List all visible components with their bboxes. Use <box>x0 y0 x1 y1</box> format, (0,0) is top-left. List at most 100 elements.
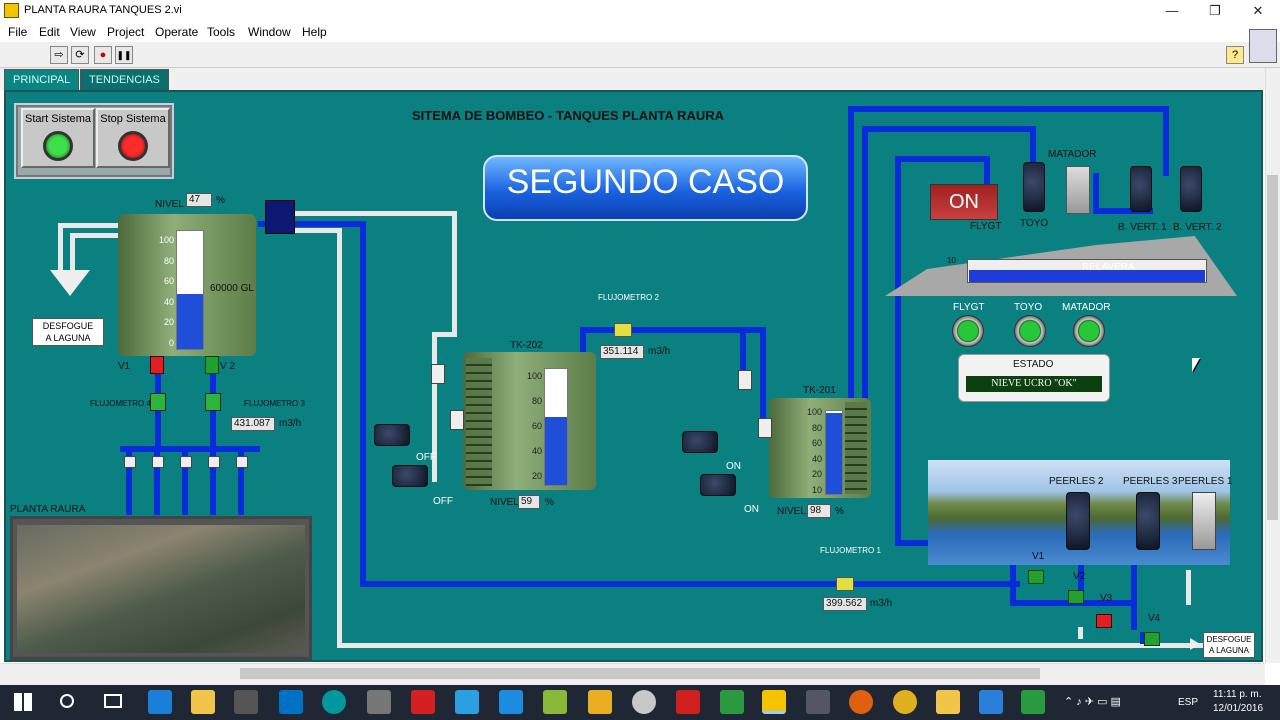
maximize-button[interactable]: ❐ <box>1193 0 1237 22</box>
menu-window[interactable]: Window <box>248 25 291 39</box>
app-icon[interactable] <box>720 690 744 714</box>
app-icon[interactable] <box>806 690 830 714</box>
valve-v1[interactable] <box>150 356 164 374</box>
menu-project[interactable]: Project <box>107 25 144 39</box>
menu-tools[interactable]: Tools <box>207 25 235 39</box>
foxit-icon[interactable] <box>676 690 700 714</box>
labview-taskbar-icon[interactable] <box>762 690 786 714</box>
menu-operate[interactable]: Operate <box>155 25 198 39</box>
flujometro4-label: FLUJOMETRO 4 <box>90 399 151 408</box>
manifold-valve[interactable] <box>208 456 220 468</box>
folder-icon[interactable] <box>936 690 960 714</box>
pump-motor-icon[interactable] <box>700 474 736 496</box>
tray-icons[interactable]: ⌃ ♪ ✈ ▭ ▤ <box>1064 695 1121 708</box>
pipe <box>1078 627 1083 639</box>
windows-start-icon[interactable] <box>14 693 32 711</box>
peerles1-label: PEERLES 1 <box>1178 476 1233 487</box>
run-continuously-button[interactable]: ⟳ <box>71 46 89 64</box>
bvert1-label: B. VERT. 1 <box>1118 222 1167 233</box>
search-icon[interactable] <box>60 694 74 708</box>
horizontal-scroll-thumb[interactable] <box>240 668 1040 679</box>
clock-time[interactable]: 11:11 p. m. <box>1213 689 1262 700</box>
case-banner[interactable]: SEGUNDO CASO <box>483 155 808 221</box>
menu-file[interactable]: File <box>8 25 27 39</box>
manifold-valve[interactable] <box>124 456 136 468</box>
app-icon[interactable] <box>543 690 567 714</box>
pipe <box>848 106 1168 112</box>
tk202-tick: 100 <box>526 371 542 381</box>
task-view-icon[interactable] <box>104 694 122 708</box>
start-button[interactable]: Start Sistema <box>21 108 95 168</box>
stop-button[interactable]: Stop Sistema <box>96 108 170 168</box>
tk201-level-fill <box>826 412 842 494</box>
pipe <box>360 221 366 587</box>
app-icon[interactable] <box>632 690 656 714</box>
app-icon[interactable] <box>499 690 523 714</box>
tk201-nivel-value: 98 <box>807 504 831 518</box>
arduino-icon[interactable] <box>322 690 346 714</box>
right-valve-v4[interactable] <box>1144 632 1160 646</box>
tk202-tick: 20 <box>531 471 542 481</box>
right-valve-v1[interactable] <box>1028 570 1044 584</box>
tk201-scale: 100 80 60 40 20 10 <box>796 405 822 497</box>
language-indicator[interactable]: ESP <box>1178 697 1198 708</box>
tk202-level-gauge <box>544 368 568 486</box>
pump-motor-icon[interactable] <box>392 465 428 487</box>
clock-date[interactable]: 12/01/2016 <box>1213 703 1263 714</box>
tank1-tick: 40 <box>163 296 174 307</box>
app-icon[interactable] <box>455 690 479 714</box>
flujometro1-label: FLUJOMETRO 1 <box>820 546 881 555</box>
manifold-valve[interactable] <box>152 456 164 468</box>
labview-icon <box>4 3 19 18</box>
tab-tendencias[interactable]: TENDENCIAS <box>80 69 169 90</box>
run-button[interactable]: ⇨ <box>50 46 68 64</box>
pipe <box>360 581 1020 587</box>
store-icon[interactable] <box>234 690 258 714</box>
pipe <box>1093 173 1099 213</box>
tk202-pump1-state: OFF <box>416 452 436 463</box>
desfogue-laguna-left: DESFOGUE A LAGUNA <box>32 318 104 346</box>
pump-motor-icon[interactable] <box>374 424 410 446</box>
firefox-icon[interactable] <box>849 690 873 714</box>
abort-button[interactable]: ● <box>94 46 112 64</box>
tank1-unit: % <box>216 195 225 206</box>
close-button[interactable]: ✕ <box>1236 0 1280 22</box>
tank1-scale: 100 80 60 40 20 0 <box>150 230 174 355</box>
phone-icon[interactable] <box>367 690 391 714</box>
tab-principal[interactable]: PRINCIPAL <box>4 69 80 90</box>
minimize-button[interactable]: — <box>1150 0 1194 22</box>
pause-button[interactable]: ❚❚ <box>115 46 133 64</box>
stop-led <box>118 131 148 161</box>
tk202-level-fill <box>545 416 567 485</box>
chrome-icon[interactable] <box>893 690 917 714</box>
manifold-valve[interactable] <box>180 456 192 468</box>
tk202-ladder <box>466 358 492 486</box>
tank1-capacity: 60000 GL <box>210 283 254 294</box>
right-valve-v3[interactable] <box>1096 614 1112 628</box>
flygt-on-indicator[interactable]: ON <box>930 184 998 220</box>
pipe <box>862 126 868 406</box>
pipe <box>848 106 854 406</box>
flujometro3-label: FLUJOMETRO 3 <box>244 399 305 408</box>
menu-view[interactable]: View <box>70 25 96 39</box>
manifold-valve[interactable] <box>236 456 248 468</box>
right-valve-v2[interactable] <box>1068 590 1084 604</box>
menu-help[interactable]: Help <box>302 25 327 39</box>
app-icon[interactable] <box>1021 690 1045 714</box>
file-explorer-icon[interactable] <box>191 690 215 714</box>
acrobat-icon[interactable] <box>411 690 435 714</box>
tk202-tick: 40 <box>531 446 542 456</box>
help-button[interactable]: ? <box>1226 46 1244 64</box>
app-icon[interactable] <box>979 690 1003 714</box>
valve-v2[interactable] <box>205 356 219 374</box>
pump-motor-icon[interactable] <box>682 431 718 453</box>
app-icon[interactable] <box>588 690 612 714</box>
edge-icon[interactable] <box>148 690 172 714</box>
vertical-scroll-thumb[interactable] <box>1267 175 1278 520</box>
pipe <box>290 228 340 233</box>
tk201-tick: 60 <box>811 438 822 448</box>
pipe <box>452 211 457 336</box>
menu-edit[interactable]: Edit <box>39 25 60 39</box>
pipe <box>862 126 1034 132</box>
outlook-icon[interactable] <box>279 690 303 714</box>
